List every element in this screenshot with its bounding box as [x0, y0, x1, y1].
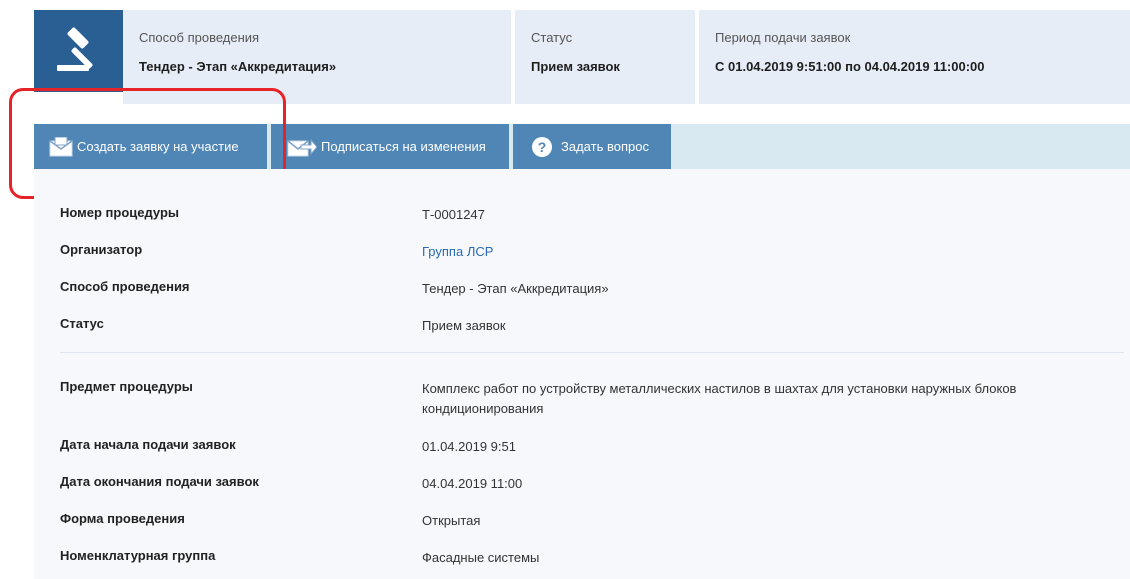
detail-label: Номер процедуры	[60, 205, 180, 220]
detail-label: Дата окончания подачи заявок	[60, 474, 259, 489]
gavel-icon	[56, 27, 92, 71]
organizer-link[interactable]: Группа ЛСР	[422, 242, 1102, 262]
subscribe-label: Подписаться на изменения	[321, 139, 486, 154]
create-application-label: Создать заявку на участие	[77, 139, 239, 154]
detail-label: Дата начала подачи заявок	[60, 437, 236, 452]
detail-label: Номенклатурная группа	[60, 548, 216, 563]
ask-question-label: Задать вопрос	[561, 139, 649, 154]
header-method-value: Тендер - Этап «Аккредитация»	[139, 59, 337, 74]
svg-text:?: ?	[538, 139, 547, 155]
subscribe-button[interactable]: Подписаться на изменения	[271, 124, 509, 169]
header-period-label: Период подачи заявок	[715, 30, 851, 45]
detail-value: 01.04.2019 9:51	[422, 439, 516, 454]
detail-value: 04.04.2019 11:00	[422, 476, 523, 491]
detail-value: Прием заявок	[422, 318, 506, 333]
header-status-box: Статус Прием заявок	[515, 10, 695, 104]
envelope-icon	[49, 136, 73, 157]
question-icon: ?	[532, 136, 552, 157]
action-toolbar: Создать заявку на участие Подписаться на…	[34, 124, 1130, 169]
detail-label: Форма проведения	[60, 511, 185, 526]
section-divider	[60, 352, 1124, 353]
detail-value: Т-0001247	[422, 207, 485, 222]
detail-label: Статус	[60, 316, 104, 331]
ask-question-button[interactable]: ? Задать вопрос	[513, 124, 671, 169]
header-period-value: С 01.04.2019 9:51:00 по 04.04.2019 11:00…	[715, 59, 985, 74]
header-status-label: Статус	[531, 30, 573, 45]
detail-value: Открытая	[422, 513, 481, 528]
procedure-header: Способ проведения Тендер - Этап «Аккреди…	[34, 10, 1130, 104]
detail-value: Фасадные системы	[422, 550, 540, 565]
header-period-box: Период подачи заявок С 01.04.2019 9:51:0…	[699, 10, 1130, 104]
create-application-button[interactable]: Создать заявку на участие	[34, 124, 267, 169]
gavel-icon-tile	[34, 10, 123, 92]
header-method-label: Способ проведения	[139, 30, 260, 45]
detail-label: Организатор	[60, 242, 143, 257]
detail-value: Комплекс работ по устройству металлическ…	[422, 381, 1017, 416]
detail-label: Способ проведения	[60, 279, 190, 294]
detail-value: Тендер - Этап «Аккредитация»	[422, 281, 609, 296]
procedure-details: Номер процедуры Т-0001247 Организатор Гр…	[34, 169, 1130, 579]
header-status-value: Прием заявок	[531, 59, 620, 74]
envelope-forward-icon	[287, 136, 317, 158]
header-method-box: Способ проведения Тендер - Этап «Аккреди…	[123, 10, 511, 104]
detail-label: Предмет процедуры	[60, 379, 193, 394]
